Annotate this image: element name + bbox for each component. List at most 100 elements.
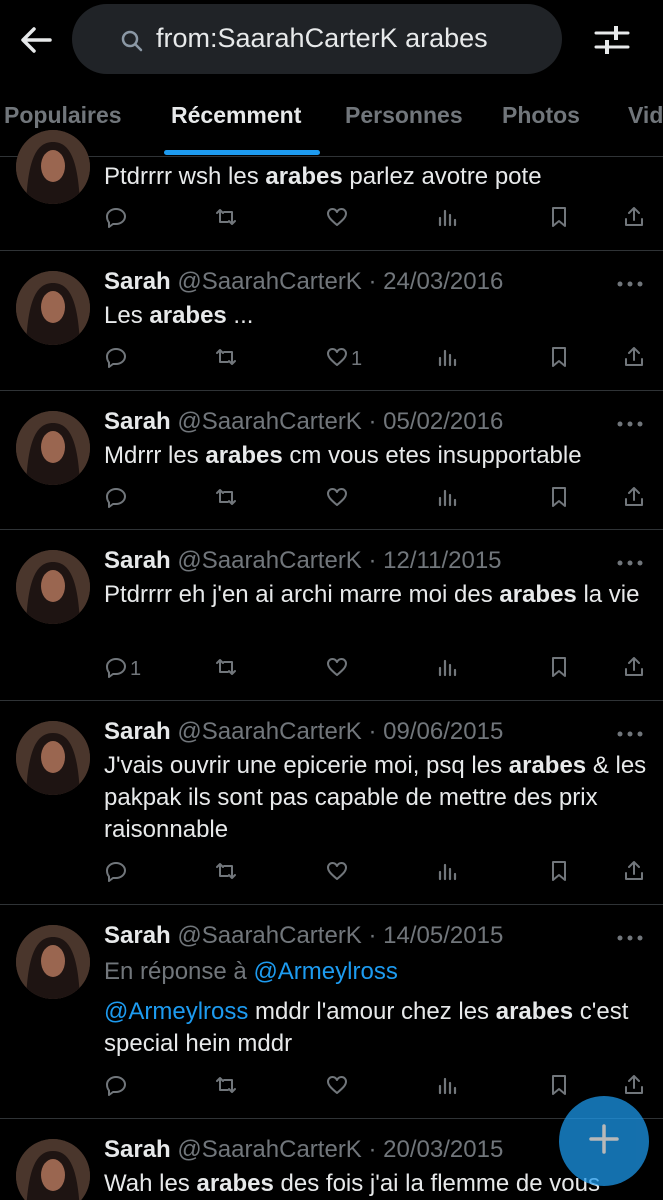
more-icon[interactable]	[612, 724, 648, 744]
retweet-icon	[214, 859, 238, 888]
author-handle[interactable]: @SaarahCarterK	[177, 718, 361, 745]
reply-context: En réponse à @Armeylross	[104, 958, 398, 986]
tweet[interactable]: Ptdrrrr wsh les arabes parlez avotre pot…	[0, 130, 663, 251]
share-button[interactable]	[622, 484, 662, 514]
author-handle[interactable]: @SaarahCarterK	[177, 408, 361, 435]
share-button[interactable]	[622, 204, 662, 234]
bookmark-button[interactable]	[547, 344, 587, 374]
top-bar: from:SaarahCarterK arabes	[0, 0, 663, 80]
avatar[interactable]	[16, 271, 90, 345]
author-handle[interactable]: @SaarahCarterK	[177, 922, 361, 949]
views-button[interactable]	[436, 1072, 476, 1102]
views-icon	[436, 655, 460, 684]
more-icon[interactable]	[612, 414, 648, 434]
more-icon[interactable]	[612, 274, 648, 294]
bookmark-button[interactable]	[547, 858, 587, 888]
tweet-text: Ptdrrrr eh j'en ai archi marre moi des a…	[104, 581, 640, 608]
like-button[interactable]	[325, 204, 365, 234]
search-input[interactable]: from:SaarahCarterK arabes	[72, 4, 562, 74]
bookmark-button[interactable]	[547, 654, 587, 684]
author-name[interactable]: Sarah	[104, 268, 171, 295]
compose-button[interactable]	[559, 1096, 649, 1186]
more-icon[interactable]	[612, 553, 648, 573]
avatar[interactable]	[16, 1139, 90, 1200]
author-name[interactable]: Sarah	[104, 408, 171, 435]
tweet[interactable]: Sarah @SaarahCarterK · 05/02/2016 Mdrrr …	[0, 391, 663, 530]
share-button[interactable]	[622, 1072, 662, 1102]
bookmark-button[interactable]	[547, 204, 587, 234]
views-button[interactable]	[436, 344, 476, 374]
like-button[interactable]	[325, 654, 365, 684]
like-button[interactable]: 1	[325, 344, 365, 374]
author-handle[interactable]: @SaarahCarterK	[177, 547, 361, 574]
sliders-icon[interactable]	[592, 20, 632, 60]
retweet-button[interactable]	[214, 484, 254, 514]
share-button[interactable]	[622, 858, 662, 888]
tweet-date[interactable]: 12/11/2015	[383, 547, 501, 574]
tweet-header: Sarah @SaarahCarterK · 14/05/2015	[104, 922, 503, 950]
avatar[interactable]	[16, 550, 90, 624]
author-name[interactable]: Sarah	[104, 547, 171, 574]
views-button[interactable]	[436, 654, 476, 684]
separator: ·	[368, 718, 377, 745]
bookmark-button[interactable]	[547, 484, 587, 514]
tweet-header: Sarah @SaarahCarterK · 24/03/2016	[104, 268, 503, 296]
tweet-date[interactable]: 24/03/2016	[383, 268, 503, 295]
tweet-header: Sarah @SaarahCarterK · 20/03/2015	[104, 1136, 503, 1164]
tab-populaires[interactable]: Populaires	[4, 102, 122, 129]
tweet-date[interactable]: 09/06/2015	[383, 718, 503, 745]
author-name[interactable]: Sarah	[104, 718, 171, 745]
retweet-button[interactable]	[214, 344, 254, 374]
retweet-button[interactable]	[214, 858, 254, 888]
retweet-button[interactable]	[214, 204, 254, 234]
reply-button[interactable]	[104, 1072, 144, 1102]
bookmark-button[interactable]	[547, 1072, 587, 1102]
tab-personnes[interactable]: Personnes	[345, 102, 463, 129]
tweet-date[interactable]: 05/02/2016	[383, 408, 503, 435]
tweet-date[interactable]: 14/05/2015	[383, 922, 503, 949]
like-button[interactable]	[325, 858, 365, 888]
share-icon	[622, 655, 646, 684]
avatar[interactable]	[16, 925, 90, 999]
retweet-button[interactable]	[214, 1072, 254, 1102]
share-button[interactable]	[622, 654, 662, 684]
reply-button[interactable]	[104, 204, 144, 234]
author-name[interactable]: Sarah	[104, 1136, 171, 1163]
views-button[interactable]	[436, 484, 476, 514]
reply-icon	[104, 655, 128, 684]
reply-button[interactable]: 1	[104, 654, 144, 684]
tab-photos[interactable]: Photos	[502, 102, 580, 129]
tweet[interactable]: Sarah @SaarahCarterK · 09/06/2015 J'vais…	[0, 701, 663, 905]
author-handle[interactable]: @SaarahCarterK	[177, 268, 361, 295]
tab-recemment[interactable]: Récemment	[171, 102, 301, 129]
mention-link[interactable]: @Armeylross	[104, 998, 248, 1025]
like-button[interactable]	[325, 484, 365, 514]
reply-button[interactable]	[104, 484, 144, 514]
reply-button[interactable]	[104, 344, 144, 374]
reply-button[interactable]	[104, 858, 144, 888]
avatar[interactable]	[16, 411, 90, 485]
search-query: from:SaarahCarterK arabes	[156, 23, 488, 53]
more-icon[interactable]	[612, 928, 648, 948]
bookmark-icon	[547, 345, 571, 374]
bookmark-icon	[547, 859, 571, 888]
views-button[interactable]	[436, 858, 476, 888]
tweet-date[interactable]: 20/03/2015	[383, 1136, 503, 1163]
retweet-button[interactable]	[214, 654, 254, 684]
tab-videos[interactable]: Vid	[628, 102, 663, 129]
tweet[interactable]: Sarah @SaarahCarterK · 12/11/2015 Ptdrrr…	[0, 530, 663, 701]
views-button[interactable]	[436, 204, 476, 234]
arrow-left-icon[interactable]	[16, 20, 56, 60]
tweet[interactable]: Sarah @SaarahCarterK · 14/05/2015 En rép…	[0, 905, 663, 1119]
avatar[interactable]	[16, 721, 90, 795]
avatar[interactable]	[16, 130, 90, 204]
tweet[interactable]: Sarah @SaarahCarterK · 24/03/2016 Les ar…	[0, 251, 663, 391]
reply-mention-link[interactable]: @Armeylross	[253, 958, 397, 985]
separator: ·	[368, 547, 377, 574]
views-icon	[436, 485, 460, 514]
author-handle[interactable]: @SaarahCarterK	[177, 1136, 361, 1163]
like-button[interactable]	[325, 1072, 365, 1102]
share-icon	[622, 345, 646, 374]
author-name[interactable]: Sarah	[104, 922, 171, 949]
share-button[interactable]	[622, 344, 662, 374]
